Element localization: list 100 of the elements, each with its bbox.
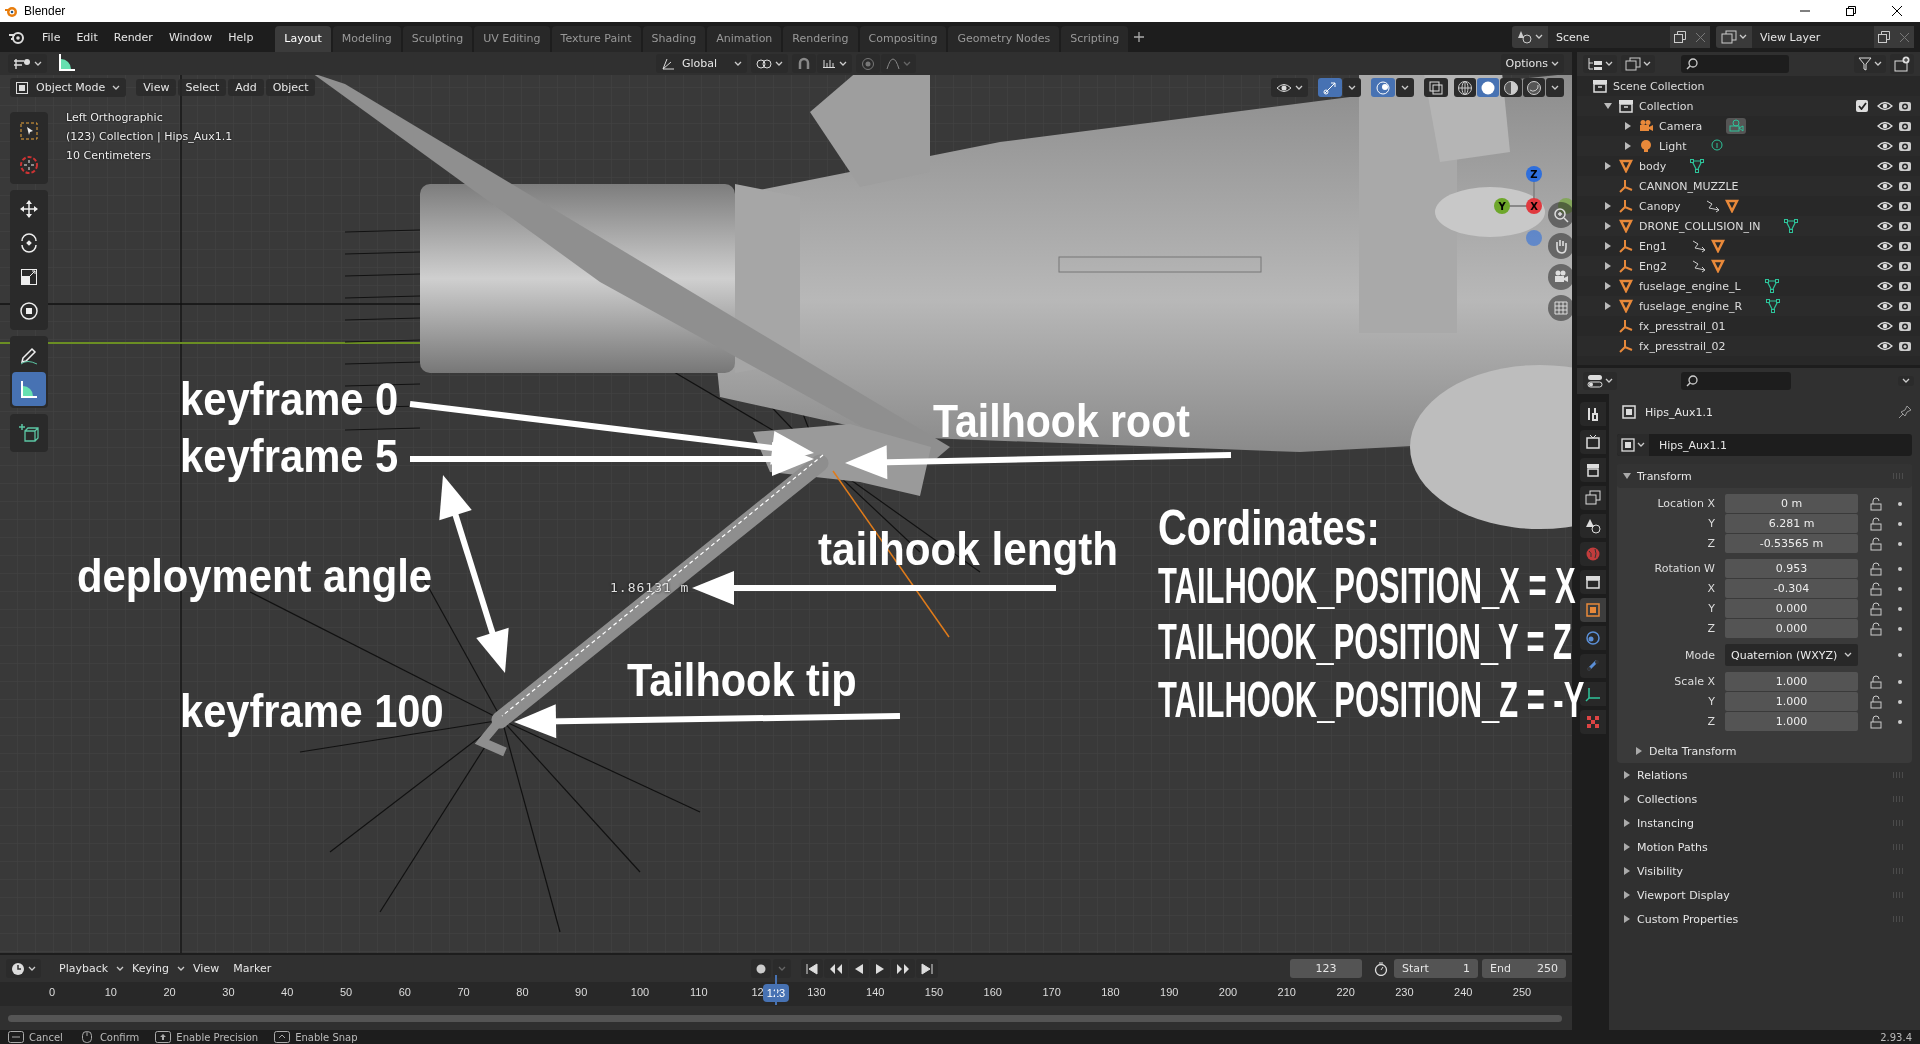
workspace-tab[interactable]: Shading bbox=[642, 26, 706, 52]
annotation-label: TAILHOOK_POSITION_X = X bbox=[1158, 561, 1576, 611]
frame-number: 200 bbox=[1218, 986, 1238, 998]
panel-header[interactable]: Collections bbox=[1617, 787, 1912, 811]
status-hint: Enable Snap bbox=[295, 1031, 358, 1043]
panel-header[interactable]: Instancing bbox=[1617, 811, 1912, 835]
field-label: Location X bbox=[1656, 497, 1715, 510]
menu-item[interactable]: Marker bbox=[227, 960, 278, 977]
field-label: X bbox=[1706, 582, 1715, 595]
status-hint: Cancel bbox=[29, 1031, 63, 1043]
frame-number: 230 bbox=[1395, 986, 1414, 998]
options-dropdown[interactable]: Options bbox=[1500, 54, 1564, 73]
item-name: Camera bbox=[1658, 119, 1703, 133]
workspace-tab[interactable]: Rendering bbox=[783, 26, 858, 52]
mode-dropdown[interactable]: Object Mode bbox=[10, 78, 127, 97]
frame-number: 110 bbox=[690, 986, 708, 998]
item-name: fuselage_engine_R bbox=[1638, 299, 1743, 313]
item-name: Scene Collection bbox=[1612, 79, 1705, 93]
menu-item[interactable]: Window bbox=[160, 27, 221, 47]
outliner-item[interactable]: DRONE_COLLISION_IN bbox=[1601, 219, 1761, 233]
workspace-tab[interactable]: UV Editing bbox=[474, 26, 550, 52]
frame-number: 60 bbox=[398, 986, 411, 998]
frame-number: 10 bbox=[104, 986, 117, 998]
number-field[interactable]: 6.281 m bbox=[1725, 514, 1858, 533]
outliner-item[interactable]: Light bbox=[1621, 139, 1687, 153]
item-name: body bbox=[1638, 159, 1667, 173]
item-name: fx_presstrail_02 bbox=[1638, 339, 1726, 353]
menu-item[interactable]: Select bbox=[178, 79, 227, 96]
menu-item[interactable]: Keying bbox=[126, 960, 176, 977]
viewport-info-text: (123) Collection | Hips_Aux1.1 bbox=[66, 129, 233, 145]
name-field[interactable]: Hips_Aux1.1 bbox=[1617, 434, 1912, 456]
workspace-tab[interactable]: Compositing bbox=[859, 26, 947, 52]
workspace-tab[interactable]: Animation bbox=[707, 26, 782, 52]
version-label: 2.93.4 bbox=[1880, 1031, 1912, 1043]
frame-number: 0 bbox=[48, 986, 56, 998]
annotation-label: TAILHOOK_POSITION_Y = Z bbox=[1158, 617, 1572, 667]
menu-item[interactable]: View bbox=[136, 79, 177, 96]
annotation-label: Tailhook root bbox=[933, 398, 1190, 444]
scene-field[interactable]: Scene bbox=[1548, 26, 1670, 48]
outliner-item[interactable]: fuselage_engine_L bbox=[1601, 279, 1741, 293]
number-field[interactable]: 1.000 bbox=[1725, 692, 1858, 711]
workspace-tab[interactable]: Scripting bbox=[1061, 26, 1129, 52]
panel-header[interactable]: Visibility bbox=[1617, 859, 1912, 883]
view-layer-field[interactable]: View Layer bbox=[1752, 26, 1874, 48]
status-hint: Enable Precision bbox=[176, 1031, 259, 1043]
outliner-item[interactable]: Canopy bbox=[1601, 199, 1681, 213]
item-name: Eng2 bbox=[1638, 259, 1667, 273]
outliner-item[interactable]: body bbox=[1601, 159, 1667, 173]
mode-dropdown[interactable]: Quaternion (WXYZ) bbox=[1725, 644, 1858, 666]
orientation-dropdown[interactable]: Global bbox=[656, 54, 748, 73]
workspace-tab[interactable]: Modeling bbox=[332, 26, 401, 52]
menu-item[interactable]: View bbox=[187, 960, 226, 977]
number-field[interactable]: 0.000 bbox=[1725, 619, 1858, 638]
outliner-item[interactable]: fx_presstrail_01 bbox=[1601, 319, 1726, 333]
viewport-info-text: 10 Centimeters bbox=[66, 148, 153, 164]
number-field[interactable]: -0.53565 m bbox=[1725, 534, 1858, 553]
menu-item[interactable]: Add bbox=[228, 79, 264, 96]
outliner-item[interactable]: fuselage_engine_R bbox=[1601, 299, 1743, 313]
number-field[interactable]: 0.000 bbox=[1725, 599, 1858, 618]
end-frame-field[interactable]: End 250 bbox=[1482, 959, 1566, 978]
frame-number: 30 bbox=[222, 986, 235, 998]
number-field[interactable]: 0 m bbox=[1725, 494, 1858, 513]
outliner-item[interactable]: Camera bbox=[1621, 119, 1703, 133]
field-label: Y bbox=[1707, 695, 1715, 708]
field-label: Y bbox=[1707, 517, 1715, 530]
subpanel-header[interactable]: Delta Transform bbox=[1617, 739, 1912, 763]
workspace-tab[interactable]: Layout bbox=[275, 26, 331, 52]
menu-item[interactable]: File bbox=[34, 27, 69, 47]
field-label: Rotation W bbox=[1653, 562, 1715, 575]
current-frame-field[interactable]: 123 bbox=[1290, 959, 1362, 978]
outliner-item[interactable]: Scene Collection bbox=[1589, 79, 1705, 93]
workspace-tab[interactable]: Geometry Nodes bbox=[948, 26, 1060, 52]
menu-item[interactable]: Render bbox=[105, 27, 161, 47]
frame-number: 70 bbox=[457, 986, 470, 998]
menu-item[interactable]: Playback bbox=[53, 960, 115, 977]
window-title: Blender bbox=[24, 4, 66, 18]
field-label: Z bbox=[1706, 537, 1715, 550]
panel-header[interactable]: Relations bbox=[1617, 763, 1912, 787]
panel-header[interactable]: Viewport Display bbox=[1617, 883, 1912, 907]
field-label: Z bbox=[1706, 622, 1715, 635]
number-field[interactable]: 1.000 bbox=[1725, 672, 1858, 691]
menu-item[interactable]: Edit bbox=[68, 27, 106, 47]
outliner-item[interactable]: Collection bbox=[1601, 99, 1694, 113]
outliner-item[interactable]: fx_presstrail_02 bbox=[1601, 339, 1726, 353]
number-field[interactable]: 1.000 bbox=[1725, 712, 1858, 731]
panel-header[interactable]: Motion Paths bbox=[1617, 835, 1912, 859]
outliner-item[interactable]: CANNON_MUZZLE bbox=[1601, 179, 1739, 193]
panel-header[interactable]: Transform bbox=[1617, 464, 1912, 488]
start-frame-field[interactable]: Start 1 bbox=[1394, 959, 1478, 978]
item-name: Eng1 bbox=[1638, 239, 1667, 253]
menu-item[interactable]: Help bbox=[220, 27, 262, 47]
menu-item[interactable]: Object bbox=[265, 79, 316, 96]
panel-header[interactable]: Custom Properties bbox=[1617, 907, 1912, 931]
workspace-tab[interactable]: Texture Paint bbox=[551, 26, 641, 52]
workspace-tab[interactable]: Sculpting bbox=[402, 26, 473, 52]
outliner-item[interactable]: Eng1 bbox=[1601, 239, 1667, 253]
measurement-label: 1.86131 m bbox=[610, 580, 690, 595]
number-field[interactable]: -0.304 bbox=[1725, 579, 1858, 598]
number-field[interactable]: 0.953 bbox=[1725, 559, 1858, 578]
outliner-item[interactable]: Eng2 bbox=[1601, 259, 1667, 273]
